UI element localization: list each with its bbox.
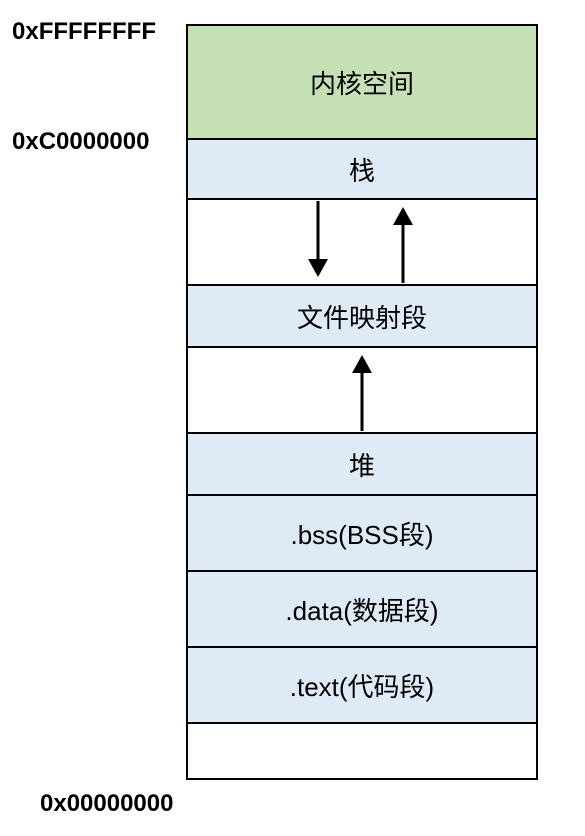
segment-data: .data(数据段) — [188, 572, 536, 648]
gap-mmap-heap — [188, 348, 536, 434]
segment-stack: 栈 — [188, 140, 536, 200]
segment-mmap-label: 文件映射段 — [297, 298, 427, 335]
address-label-bottom: 0x00000000 — [40, 790, 173, 818]
memory-column: 内核空间 栈 文件映射段 堆 .bss(BSS段) — [186, 24, 538, 780]
segment-heap-label: 堆 — [349, 446, 375, 483]
segment-data-label: .data(数据段) — [285, 591, 438, 628]
address-label-kernel-boundary: 0xC0000000 — [12, 128, 149, 156]
segment-kernel: 内核空间 — [188, 26, 536, 140]
arrows-stack-mmap — [188, 201, 536, 283]
segment-stack-label: 栈 — [349, 151, 375, 188]
segment-bss-label: .bss(BSS段) — [290, 515, 433, 552]
segment-mmap: 文件映射段 — [188, 286, 536, 348]
segment-bss: .bss(BSS段) — [188, 496, 536, 572]
gap-stack-mmap — [188, 200, 536, 286]
segment-text: .text(代码段) — [188, 648, 536, 724]
gap-bottom — [188, 724, 536, 778]
segment-text-label: .text(代码段) — [290, 667, 434, 704]
segment-heap: 堆 — [188, 434, 536, 496]
memory-layout-diagram: 0xFFFFFFFF 0xC0000000 0x00000000 内核空间 栈 … — [0, 0, 585, 836]
address-label-top: 0xFFFFFFFF — [12, 18, 156, 46]
segment-kernel-label: 内核空间 — [310, 64, 414, 101]
arrow-heap-up — [188, 349, 536, 431]
